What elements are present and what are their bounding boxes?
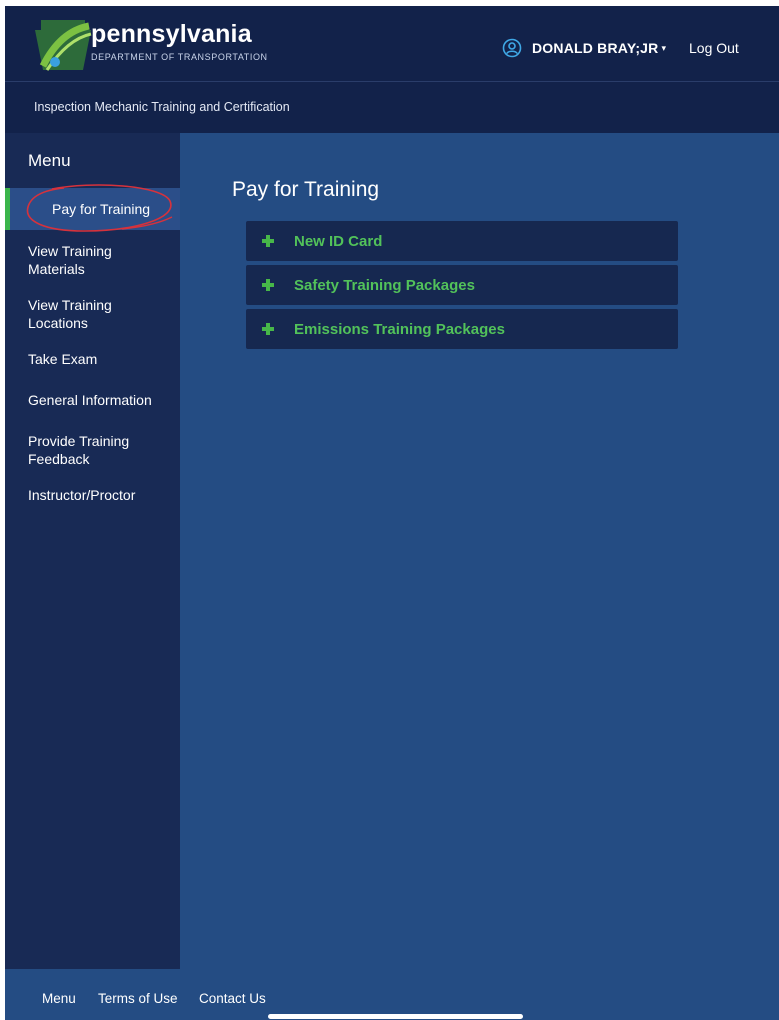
home-indicator [268,1014,523,1019]
user-circle-icon [502,38,522,58]
sidebar: Menu Pay for Training View Training Mate… [5,133,180,969]
sidebar-heading: Menu [28,151,71,170]
plus-icon [262,279,274,291]
accordion-new-id-card[interactable]: New ID Card [246,221,678,261]
top-navbar: pennsylvania DEPARTMENT OF TRANSPORTATIO… [5,6,779,82]
sidebar-item-label: Take Exam [28,351,98,367]
plus-icon [262,235,274,247]
accordion-emissions-training-packages[interactable]: Emissions Training Packages [246,309,678,349]
sidebar-item-take-exam[interactable]: Take Exam [5,350,180,391]
sidebar-item-label: General Information [28,392,152,408]
sidebar-item-view-training-materials[interactable]: View Training Materials [5,242,180,296]
app-frame: pennsylvania DEPARTMENT OF TRANSPORTATIO… [5,6,779,1020]
sidebar-item-pay-for-training[interactable]: Pay for Training [5,184,180,232]
caret-down-icon: ▾ [661,42,667,53]
sidebar-item-label: View Training Materials [28,243,112,277]
pa-keystone-logo[interactable] [33,16,93,72]
sidebar-item-label: Pay for Training [52,201,151,217]
accordion-label: New ID Card [294,232,383,250]
page-title: Pay for Training [232,178,380,201]
footer-terms-link[interactable]: Terms of Use [98,991,178,1006]
app-subtitle-bar: Inspection Mechanic Training and Certifi… [5,82,779,133]
sidebar-item-instructor-proctor[interactable]: Instructor/Proctor [5,486,180,527]
app-subtitle: Inspection Mechanic Training and Certifi… [34,100,290,114]
footer-menu-link[interactable]: Menu [42,991,76,1006]
sidebar-item-provide-training-feedback[interactable]: Provide Training Feedback [5,432,180,486]
sidebar-item-label: Instructor/Proctor [28,487,136,503]
sidebar-item-general-information[interactable]: General Information [5,391,180,432]
training-accordion: New ID Card Safety Training Packages Emi… [246,221,678,353]
footer-contact-link[interactable]: Contact Us [199,991,266,1006]
main-content: Pay for Training New ID Card Safety Trai… [180,133,779,969]
accordion-label: Emissions Training Packages [294,320,505,338]
sidebar-item-label: Provide Training Feedback [28,433,130,467]
brand-subtitle: DEPARTMENT OF TRANSPORTATION [91,52,268,62]
accordion-safety-training-packages[interactable]: Safety Training Packages [246,265,678,305]
brand-name: pennsylvania [91,20,252,48]
user-menu[interactable]: DONALD BRAY;JR ▾ [502,38,666,58]
plus-icon [262,323,274,335]
footer: Menu Terms of Use Contact Us [5,969,779,1020]
user-name: DONALD BRAY;JR [532,40,659,56]
sidebar-item-view-training-locations[interactable]: View Training Locations [5,296,180,350]
accordion-label: Safety Training Packages [294,276,475,294]
sidebar-menu: Pay for Training View Training Materials… [5,184,180,527]
logout-link[interactable]: Log Out [689,40,739,56]
sidebar-item-label: View Training Locations [28,297,112,331]
